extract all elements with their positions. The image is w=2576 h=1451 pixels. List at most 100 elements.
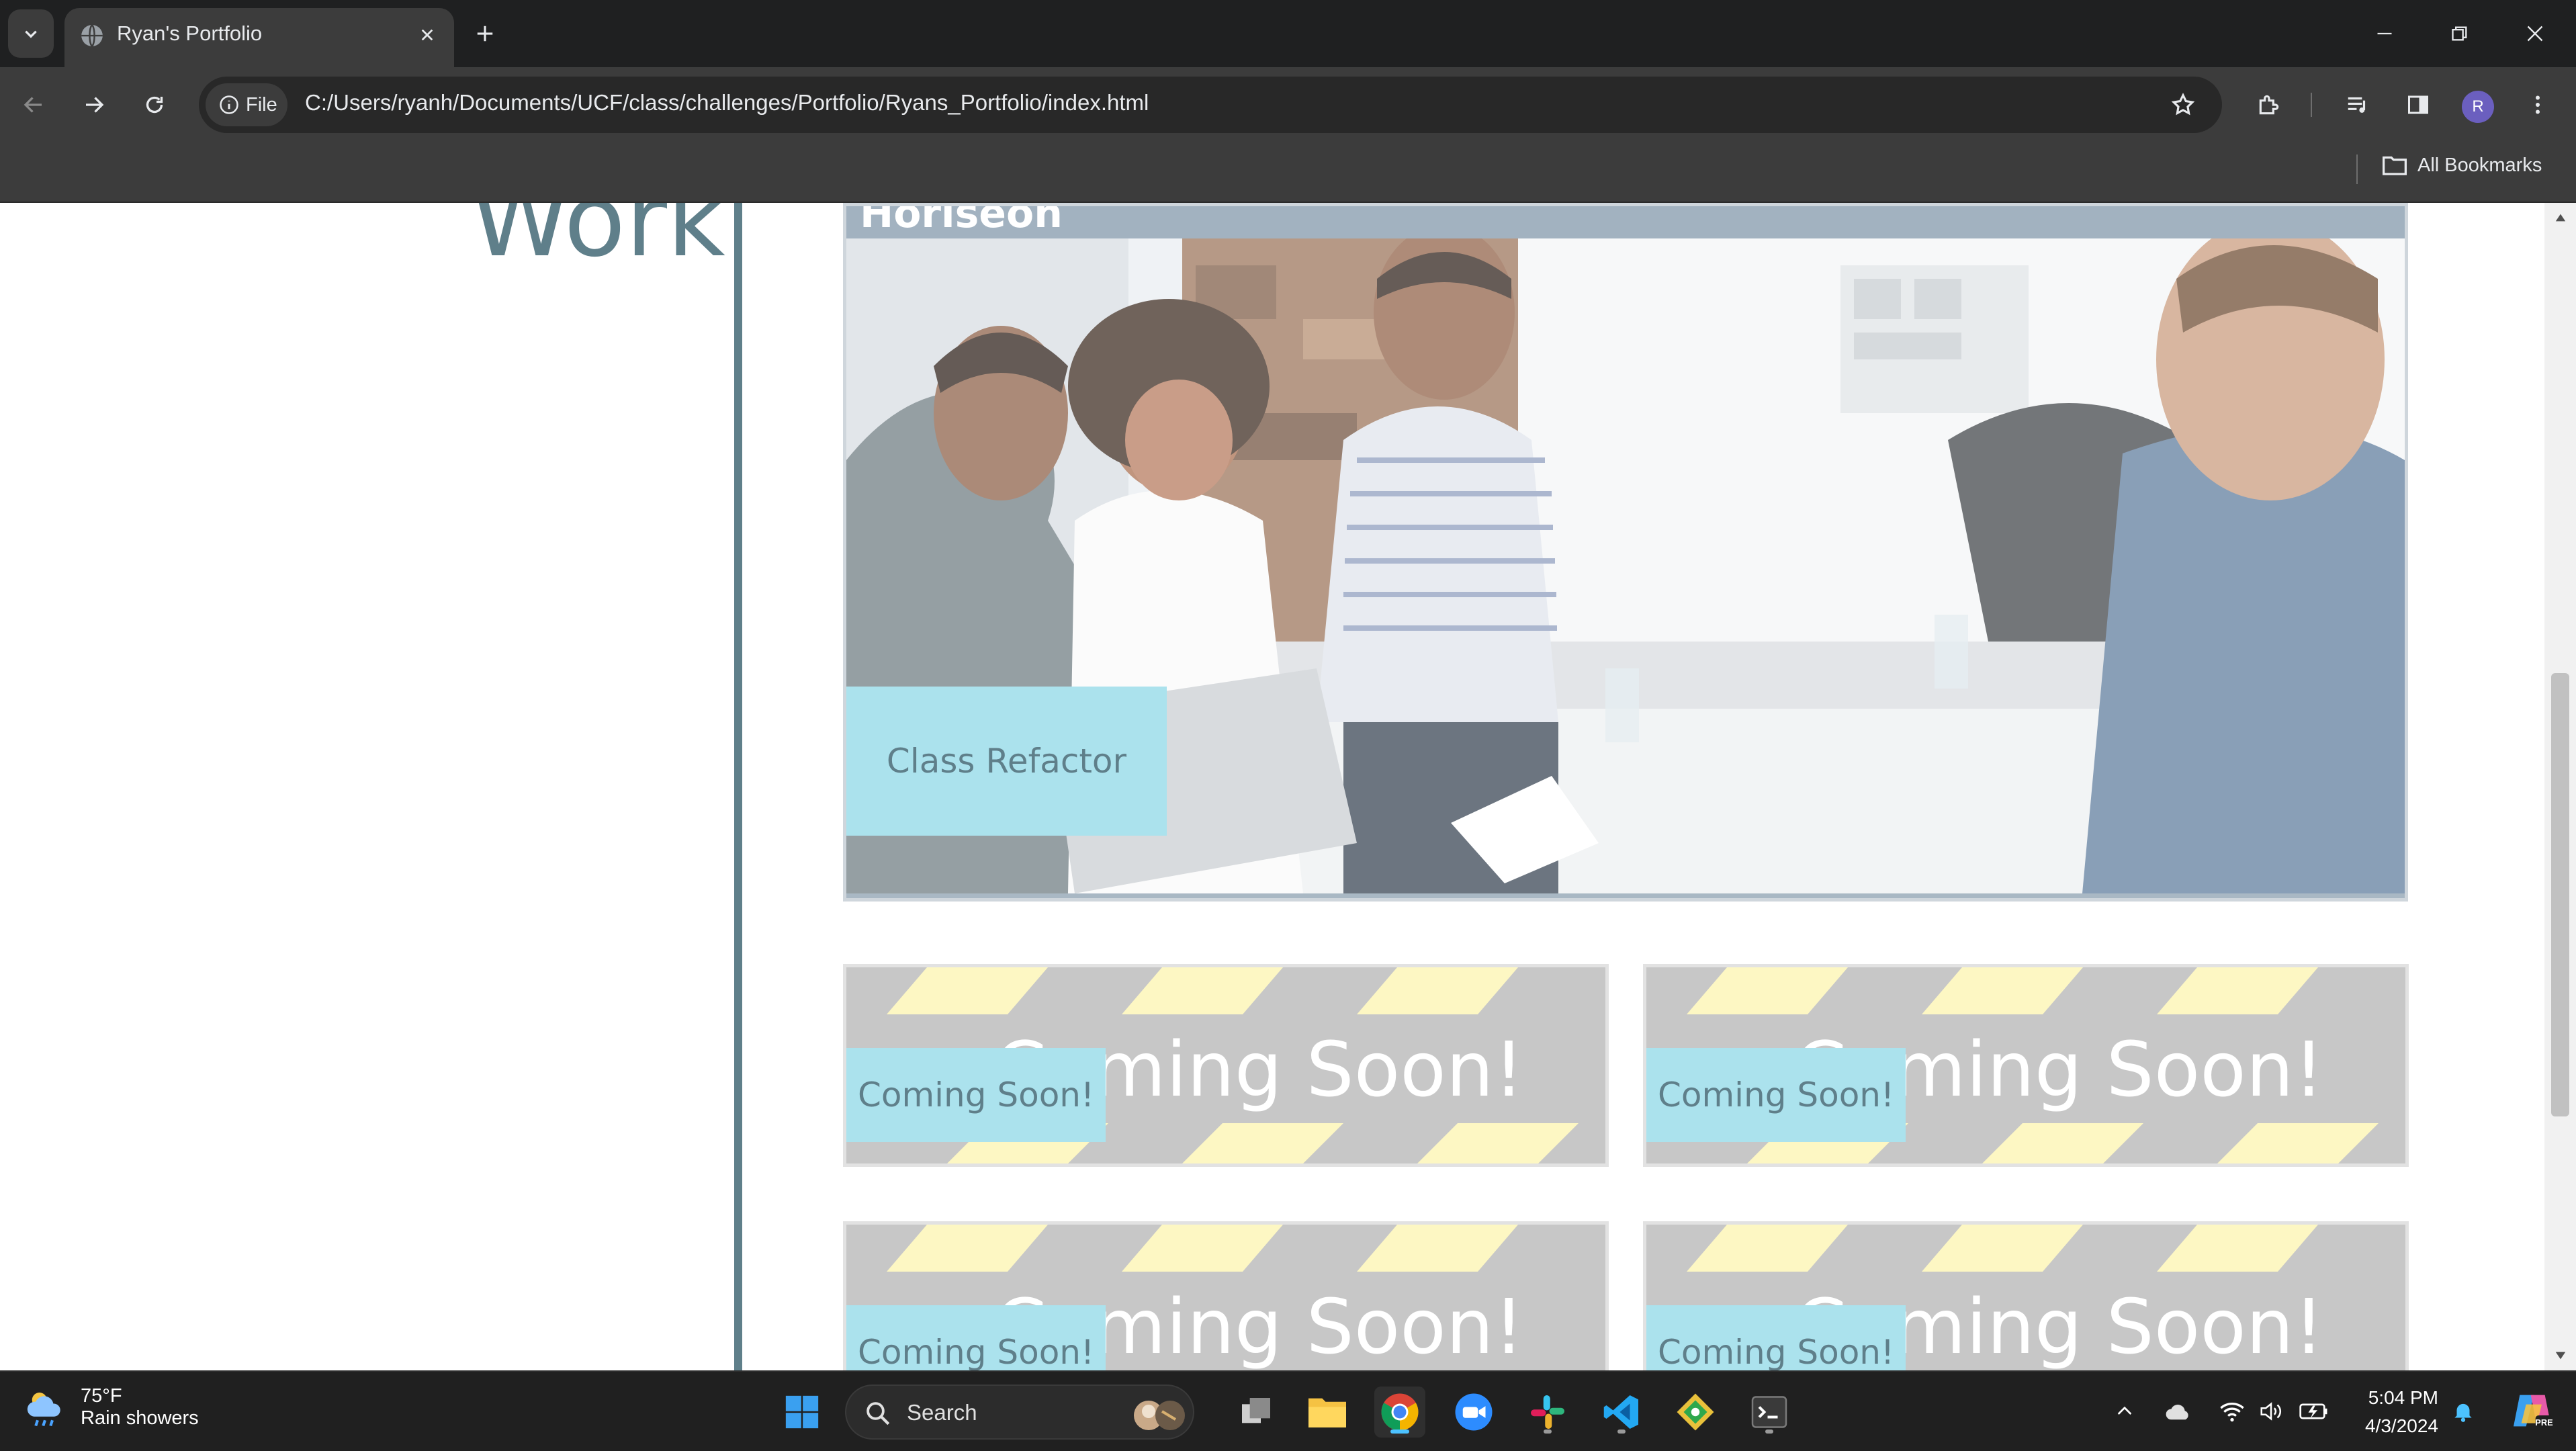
featured-project-label[interactable]: Class Refactor xyxy=(846,687,1167,836)
notifications-button[interactable] xyxy=(2446,1395,2480,1428)
forward-button[interactable] xyxy=(71,82,117,128)
running-indicator xyxy=(1617,1430,1626,1434)
star-icon xyxy=(2171,93,2195,116)
minimize-icon xyxy=(2377,32,2392,35)
cloud-icon xyxy=(2166,1404,2188,1420)
zoom-icon xyxy=(1455,1393,1493,1431)
vscode-icon xyxy=(1603,1395,1638,1429)
minimize-window-button[interactable] xyxy=(2354,9,2415,58)
windows-taskbar: 75°F Rain showers Search 5:04 PM 4/3/202… xyxy=(0,1370,2576,1451)
new-tab-button[interactable] xyxy=(463,12,506,55)
show-hidden-icons-button[interactable] xyxy=(2108,1395,2141,1428)
slack-icon xyxy=(1531,1395,1564,1429)
page-scrollbar[interactable] xyxy=(2544,203,2576,1370)
battery-tray-icon[interactable] xyxy=(2297,1395,2331,1428)
scrollbar-thumb[interactable] xyxy=(2551,673,2569,1116)
slack-taskbar-button[interactable] xyxy=(1522,1387,1573,1438)
chrome-menu-button[interactable] xyxy=(2518,85,2558,125)
puzzle-icon xyxy=(2259,95,2279,115)
running-indicator xyxy=(1544,1430,1552,1434)
chevron-up-icon xyxy=(2117,1406,2132,1415)
weather-widget[interactable]: 75°F Rain showers xyxy=(23,1385,199,1430)
back-button[interactable] xyxy=(11,82,56,128)
section-divider xyxy=(734,203,742,1370)
url-text[interactable]: C:/Users/ryanh/Documents/UCF/class/chall… xyxy=(305,90,1149,116)
browser-tab[interactable]: Ryan's Portfolio xyxy=(64,8,454,67)
onedrive-tray-icon[interactable] xyxy=(2162,1395,2195,1428)
media-controls-button[interactable] xyxy=(2338,85,2378,125)
git-client-taskbar-button[interactable] xyxy=(1670,1387,1721,1438)
battery-charging-icon xyxy=(2299,1403,2327,1419)
weather-condition: Rain showers xyxy=(81,1407,199,1429)
profile-avatar[interactable]: R xyxy=(2462,91,2494,123)
playlist-icon xyxy=(2348,97,2366,113)
running-indicator xyxy=(1765,1430,1773,1434)
vscode-taskbar-button[interactable] xyxy=(1596,1387,1647,1438)
terminal-taskbar-button[interactable] xyxy=(1744,1387,1795,1438)
volume-tray-icon[interactable] xyxy=(2254,1395,2288,1428)
browser-tab-bar: Ryan's Portfolio xyxy=(0,0,2576,67)
search-icon xyxy=(867,1402,890,1425)
close-window-button[interactable] xyxy=(2504,9,2566,58)
folder-icon xyxy=(2383,156,2407,175)
start-button[interactable] xyxy=(776,1387,828,1438)
taskbar-clock[interactable]: 5:04 PM 4/3/2024 xyxy=(2351,1384,2438,1440)
featured-project-card[interactable]: Horiseon Class Refactor xyxy=(843,203,2408,902)
page-viewport: Work Horiseon Class Refactor Coming Soon… xyxy=(0,203,2576,1370)
task-view-button[interactable] xyxy=(1231,1387,1282,1438)
toolbar-separator xyxy=(2311,93,2312,117)
zoom-taskbar-button[interactable] xyxy=(1448,1387,1499,1438)
file-explorer-button[interactable] xyxy=(1302,1387,1353,1438)
site-info-label: File xyxy=(246,93,277,116)
scroll-down-button[interactable] xyxy=(2552,1348,2569,1364)
clock-date: 4/3/2024 xyxy=(2365,1415,2438,1436)
bookmark-star-button[interactable] xyxy=(2164,86,2202,124)
close-tab-button[interactable] xyxy=(411,19,443,51)
copilot-icon: PRE xyxy=(2514,1395,2553,1428)
scroll-up-button[interactable] xyxy=(2552,210,2569,226)
site-info-chip[interactable]: File xyxy=(206,83,287,126)
taskbar-search-placeholder: Search xyxy=(907,1400,977,1425)
chevron-down-icon xyxy=(25,30,37,38)
close-icon xyxy=(421,29,433,41)
triangle-down-icon xyxy=(2555,1352,2566,1360)
svg-text:PRE: PRE xyxy=(2535,1417,2553,1427)
search-highlight-icon xyxy=(1134,1401,1185,1430)
coming-soon-label[interactable]: Coming Soon! xyxy=(846,1048,1106,1142)
bookmarks-bar: All Bookmarks xyxy=(0,142,2576,203)
coming-soon-label[interactable]: Coming Soon! xyxy=(1646,1305,1906,1370)
tab-search-button[interactable] xyxy=(8,9,54,58)
triangle-up-icon xyxy=(2555,214,2566,222)
rain-cloud-icon xyxy=(27,1393,60,1427)
running-indicator xyxy=(1390,1430,1409,1434)
tab-title: Ryan's Portfolio xyxy=(117,21,263,45)
extensions-button[interactable] xyxy=(2249,85,2289,125)
coming-soon-card[interactable]: Coming Soon! Coming Soon! xyxy=(843,1221,1609,1370)
all-bookmarks-button[interactable]: All Bookmarks xyxy=(2381,153,2542,177)
reload-button[interactable] xyxy=(132,82,177,128)
folder-icon xyxy=(1308,1398,1346,1427)
close-icon xyxy=(2527,26,2543,42)
coming-soon-card[interactable]: Coming Soon! Coming Soon! xyxy=(843,964,1609,1167)
coming-soon-card[interactable]: Coming Soon! Coming Soon! xyxy=(1643,964,2409,1167)
wifi-tray-icon[interactable] xyxy=(2215,1395,2249,1428)
globe-icon xyxy=(81,24,103,47)
side-panel-button[interactable] xyxy=(2398,85,2438,125)
address-bar[interactable]: File C:/Users/ryanh/Documents/UCF/class/… xyxy=(199,77,2222,133)
restore-window-button[interactable] xyxy=(2429,9,2491,58)
coming-soon-label[interactable]: Coming Soon! xyxy=(1646,1048,1906,1142)
side-panel-icon xyxy=(2408,95,2428,114)
coming-soon-label[interactable]: Coming Soon! xyxy=(846,1305,1106,1370)
wifi-icon xyxy=(2220,1403,2244,1422)
terminal-icon xyxy=(1751,1396,1787,1428)
coming-soon-card[interactable]: Coming Soon! Coming Soon! xyxy=(1643,1221,2409,1370)
taskbar-search-box[interactable]: Search xyxy=(845,1384,1194,1440)
browser-toolbar: File C:/Users/ryanh/Documents/UCF/class/… xyxy=(0,67,2576,142)
chrome-taskbar-button[interactable] xyxy=(1374,1387,1425,1438)
copilot-button[interactable]: PRE xyxy=(2505,1391,2559,1431)
git-diamond-icon xyxy=(1677,1393,1714,1431)
arrow-left-icon xyxy=(24,97,42,113)
featured-project-header: Horiseon xyxy=(846,206,2405,238)
weather-temperature: 75°F xyxy=(81,1385,122,1407)
speaker-icon xyxy=(2260,1402,2282,1421)
